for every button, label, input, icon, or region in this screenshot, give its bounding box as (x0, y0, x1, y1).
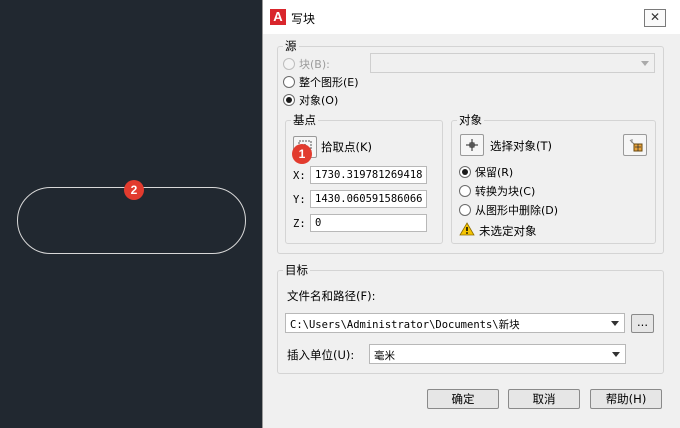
path-value: C:\Users\Administrator\Documents\新块 (290, 319, 520, 331)
convert-to-block-radio[interactable] (459, 185, 471, 197)
close-button[interactable]: ✕ (644, 9, 666, 27)
insert-units-select[interactable]: 毫米 (369, 344, 626, 364)
objects-option[interactable]: 对象(O) (283, 92, 338, 108)
path-combo[interactable]: C:\Users\Administrator\Documents\新块 (285, 313, 625, 333)
block-option-label: 块(B): (299, 58, 330, 71)
block-radio[interactable] (283, 58, 295, 70)
base-point-title: 基点 (291, 112, 318, 128)
z-coordinate-field[interactable]: 0 (310, 214, 427, 232)
retain-radio[interactable] (459, 166, 471, 178)
quick-select-button[interactable] (623, 134, 647, 156)
warning-text: 未选定对象 (479, 224, 537, 238)
y-label: Y: (293, 194, 306, 206)
block-name-combo[interactable] (370, 53, 655, 73)
write-block-dialog: A 写块 ✕ 源 块(B): 整个图形(E) 对象(O) 基点 1 拾取点(K)… (262, 0, 680, 428)
chevron-down-icon (612, 352, 620, 357)
quick-select-icon (629, 139, 643, 152)
delete-from-drawing-option[interactable]: 从图形中删除(D) (459, 202, 558, 218)
chevron-down-icon (641, 61, 649, 66)
cancel-button[interactable]: 取消 (508, 389, 580, 409)
objects-group-title: 对象 (457, 112, 484, 128)
y-value: 1430.060591586066 (315, 193, 423, 205)
destination-title: 目标 (283, 262, 310, 278)
y-coordinate-field[interactable]: 1430.060591586066 (310, 190, 427, 208)
units-label: 插入单位(U): (287, 348, 355, 362)
help-button[interactable]: 帮助(H) (590, 389, 662, 409)
objects-radio[interactable] (283, 94, 295, 106)
block-option[interactable]: 块(B): (283, 56, 330, 72)
convert-to-block-option[interactable]: 转换为块(C) (459, 183, 535, 199)
pick-point-label: 拾取点(K) (321, 140, 373, 154)
source-group-title: 源 (283, 38, 299, 54)
autocad-logo-icon: A (270, 9, 286, 25)
select-objects-button[interactable] (460, 134, 484, 156)
warning-icon (459, 222, 475, 236)
retain-option[interactable]: 保留(R) (459, 164, 513, 180)
select-objects-label: 选择对象(T) (490, 139, 552, 153)
convert-to-block-label: 转换为块(C) (475, 185, 536, 198)
z-label: Z: (293, 218, 306, 230)
z-value: 0 (315, 217, 322, 229)
entire-drawing-radio[interactable] (283, 76, 295, 88)
dialog-title: 写块 (291, 12, 316, 26)
entire-drawing-option[interactable]: 整个图形(E) (283, 74, 359, 90)
title-bar: A 写块 ✕ (263, 0, 680, 34)
objects-option-label: 对象(O) (299, 94, 339, 107)
chevron-down-icon (611, 321, 619, 326)
x-label: X: (293, 170, 306, 182)
x-value: 1730.319781269418 (315, 169, 423, 181)
crosshair-select-icon (466, 139, 478, 151)
ok-button[interactable]: 确定 (427, 389, 499, 409)
browse-button[interactable]: ... (631, 314, 654, 333)
delete-from-drawing-radio[interactable] (459, 204, 471, 216)
delete-from-drawing-label: 从图形中删除(D) (475, 204, 559, 217)
x-coordinate-field[interactable]: 1730.319781269418 (310, 166, 427, 184)
entire-drawing-label: 整个图形(E) (299, 76, 359, 89)
badge-one: 1 (292, 144, 312, 164)
path-label: 文件名和路径(F): (287, 289, 376, 303)
badge-two: 2 (124, 180, 144, 200)
units-value: 毫米 (374, 350, 395, 362)
retain-label: 保留(R) (475, 166, 514, 179)
drawing-canvas[interactable]: 2 (0, 0, 262, 428)
